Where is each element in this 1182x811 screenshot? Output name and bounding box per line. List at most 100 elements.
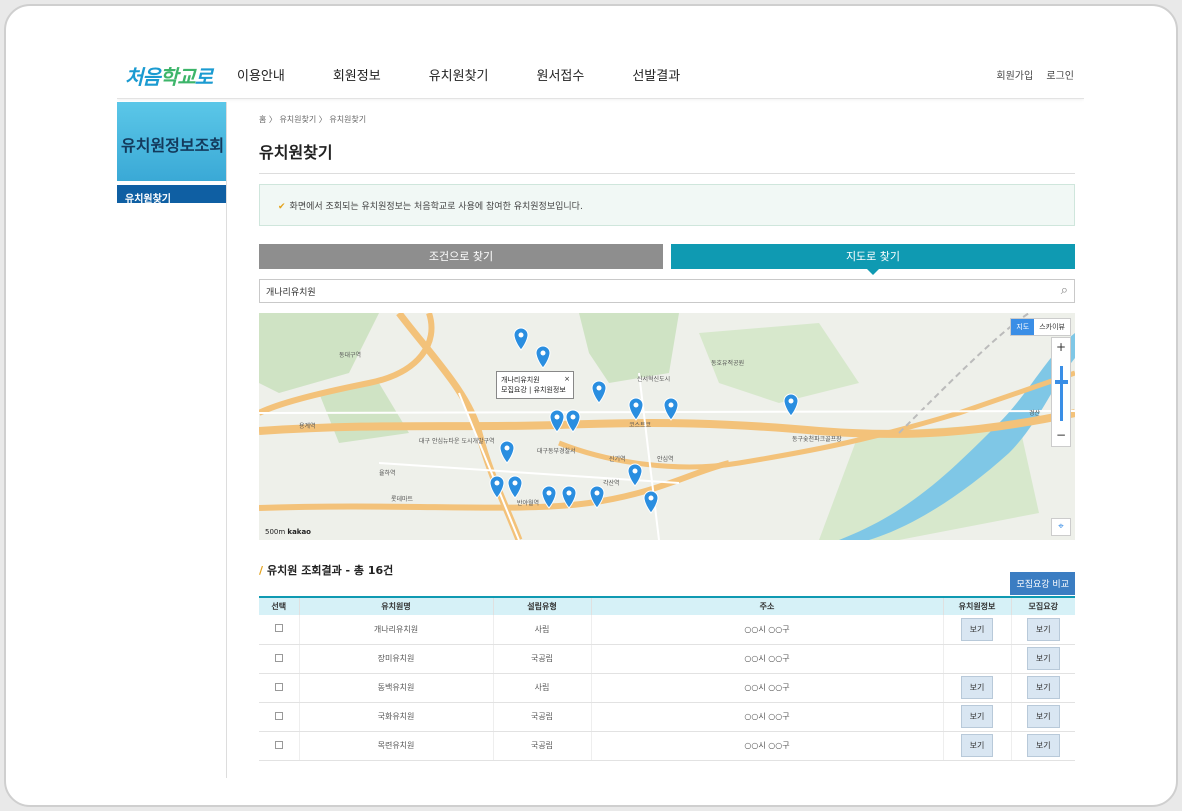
marker-dot [632, 468, 638, 474]
marker-dot [596, 385, 602, 391]
sidebar-item-find-kindergarten[interactable]: 유치원찾기 [117, 181, 226, 205]
map-place-label: 코스트코 [629, 422, 652, 429]
kindergarten-name: 목련유치원 [298, 731, 493, 761]
address: ○○시 ○○구 [590, 731, 943, 761]
select-cell [259, 702, 299, 732]
marker-dot [570, 414, 576, 420]
map-place-label: 경산 [1029, 409, 1041, 417]
recruit-cell: 보기 [1010, 615, 1075, 645]
kindergarten-name: 국화유치원 [298, 702, 493, 732]
table-row: 목련유치원 국공립 ○○시 ○○구 보기 보기 [259, 731, 1075, 761]
login-link[interactable]: 로그인 [1046, 71, 1074, 82]
marker-dot [554, 414, 560, 420]
marker-dot [648, 495, 654, 501]
marker-dot [668, 402, 674, 408]
popup-links[interactable]: 모집요강 | 유치원정보 [501, 385, 569, 395]
map-type-map-button[interactable]: 지도 [1011, 319, 1035, 335]
nav-item-find-kindergarten[interactable]: 유치원찾기 [429, 65, 489, 84]
search-input[interactable] [260, 280, 1040, 303]
marker-dot [494, 480, 500, 486]
map-provider-logo: kakao [287, 528, 311, 536]
col-name: 유치원명 [298, 596, 493, 615]
tab-map-search[interactable]: 지도로 찾기 [671, 244, 1075, 275]
marker-dot [546, 490, 552, 496]
tab-condition-search[interactable]: 조건으로 찾기 [259, 244, 663, 269]
view-recruitment-button[interactable]: 보기 [1026, 617, 1060, 641]
sidebar-title: 유치원정보조회 [117, 102, 226, 181]
map-place-label: 동구숯천파크골프장 [792, 435, 842, 443]
kakao-map[interactable]: 동대구역 대구동부경찰서 안심역 동구숯천파크골프장 롯데마트 신서혁신도시 동호유적공원 대… [259, 313, 1075, 540]
row-checkbox[interactable] [274, 711, 283, 720]
search-tabs: 조건으로 찾기 지도로 찾기 [259, 244, 1075, 275]
search-bar: ⌕ [259, 279, 1075, 303]
site-logo[interactable]: 처음학교로 [125, 61, 213, 90]
slash-icon: / [259, 564, 264, 577]
select-cell [259, 673, 299, 703]
logo-text-accent: 학교 [159, 65, 196, 89]
marker-dot [518, 332, 524, 338]
nav-item-member[interactable]: 회원정보 [333, 65, 381, 84]
establishment-type: 국공립 [492, 644, 591, 674]
zoom-slider-handle[interactable] [1055, 380, 1068, 384]
col-type: 설립유형 [492, 596, 591, 615]
zoom-control: + − [1051, 337, 1071, 447]
logo-text-post: 로 [194, 65, 213, 89]
map-scale: 500m kakao [265, 528, 311, 536]
map-place-label: 대구 안심뉴타운 도시개발구역 [419, 437, 495, 445]
map-canvas: 동대구역대구동부경찰서안심역 동구숯천파크골프장롯데마트 신서혁신도시 동호유적공원대… [259, 313, 1075, 540]
select-cell [259, 615, 299, 645]
info-cell: 보기 [942, 702, 1011, 732]
marker-dot [594, 490, 600, 496]
notice-text: 화면에서 조회되는 유치원정보는 처음학교로 사용에 참여한 유치원정보입니다. [289, 202, 583, 212]
nav-item-selection-result[interactable]: 선발결과 [632, 65, 680, 84]
zoom-out-icon[interactable]: − [1052, 428, 1070, 442]
recruit-cell: 보기 [1010, 673, 1075, 703]
select-cell [259, 731, 299, 761]
view-info-button[interactable]: 보기 [960, 734, 994, 757]
row-checkbox[interactable] [274, 653, 283, 662]
marker-dot [633, 402, 639, 408]
signup-link[interactable]: 회원가입 [996, 71, 1033, 82]
kindergarten-name: 동백유치원 [298, 673, 493, 703]
map-place-label: 율하역 [379, 469, 396, 477]
nav-item-application[interactable]: 원서접수 [537, 65, 585, 84]
search-icon[interactable]: ⌕ [1061, 283, 1068, 298]
info-cell [942, 644, 1011, 674]
logo-text-pre: 처음 [125, 65, 161, 89]
view-info-button[interactable]: 보기 [960, 676, 994, 699]
close-icon[interactable]: × [564, 374, 570, 384]
establishment-type: 국공립 [492, 702, 591, 732]
col-select: 선택 [259, 596, 299, 615]
marker-dot [512, 480, 518, 486]
view-info-button[interactable]: 보기 [960, 705, 994, 728]
table-row: 개나리유치원 사립 ○○시 ○○구 보기 보기 [259, 615, 1075, 645]
select-cell [259, 644, 299, 674]
view-info-button[interactable]: 보기 [960, 617, 994, 641]
col-address: 주소 [590, 596, 943, 615]
establishment-type: 사립 [492, 615, 591, 645]
view-recruitment-button[interactable]: 보기 [1026, 647, 1060, 670]
row-checkbox[interactable] [274, 740, 283, 749]
map-place-label: 신서혁신도시 [637, 375, 670, 383]
compare-recruitment-button[interactable]: 모집요강 비교 [1010, 572, 1075, 595]
view-recruitment-button[interactable]: 보기 [1026, 676, 1060, 699]
table-row: 국화유치원 국공립 ○○시 ○○구 보기 보기 [259, 702, 1075, 732]
info-cell: 보기 [942, 731, 1011, 761]
view-recruitment-button[interactable]: 보기 [1026, 705, 1060, 728]
current-location-icon[interactable]: ⌖ [1051, 518, 1071, 536]
map-type-skyview-button[interactable]: 스카이뷰 [1034, 319, 1070, 335]
address: ○○시 ○○구 [590, 615, 943, 645]
check-icon: ✔ [278, 202, 286, 212]
zoom-in-icon[interactable]: + [1052, 340, 1070, 354]
row-checkbox[interactable] [274, 682, 283, 691]
map-place-label: 롯데마트 [391, 495, 414, 503]
address: ○○시 ○○구 [590, 644, 943, 674]
nav-item-guide[interactable]: 이용안내 [237, 65, 285, 84]
popup-title: 개나리유치원 [501, 376, 540, 384]
zoom-slider-track[interactable] [1060, 366, 1063, 421]
row-checkbox[interactable] [274, 624, 283, 633]
sidebar: 유치원정보조회 유치원찾기 [117, 102, 227, 778]
view-recruitment-button[interactable]: 보기 [1026, 734, 1060, 757]
map-place-label: 반야월역 [517, 499, 539, 507]
col-info: 유치원정보 [942, 596, 1011, 615]
